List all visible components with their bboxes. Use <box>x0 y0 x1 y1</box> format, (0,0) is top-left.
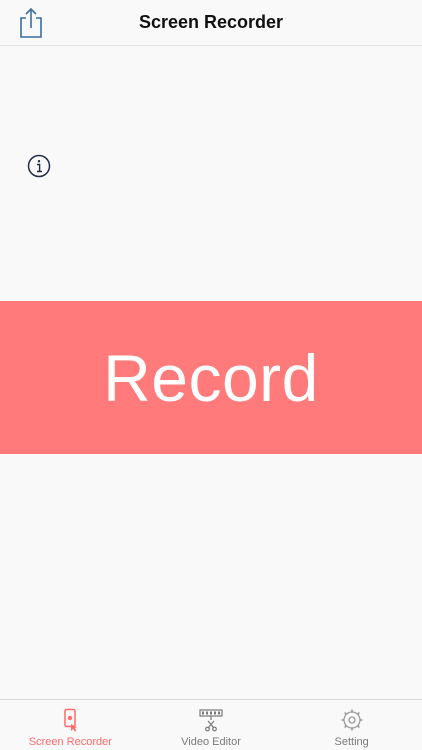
film-scissors-icon <box>199 709 223 732</box>
share-icon[interactable] <box>17 7 45 39</box>
gear-icon <box>341 709 363 731</box>
record-label: Record <box>103 340 319 415</box>
record-button[interactable]: Record <box>0 301 422 454</box>
tab-video-editor[interactable]: Video Editor <box>141 700 282 750</box>
tab-label: Screen Recorder <box>28 736 112 748</box>
tab-label: Setting <box>334 736 369 748</box>
info-icon[interactable] <box>27 154 51 178</box>
tab-label: Video Editor <box>181 736 241 748</box>
page-title: Screen Recorder <box>138 12 284 32</box>
tab-screen-recorder[interactable]: Screen Recorder <box>0 700 141 750</box>
nav-bar: Screen Recorder <box>0 0 422 46</box>
app-screen: Screen Recorder Record Screen Recorder V… <box>0 0 422 750</box>
phone-record-icon <box>64 708 78 732</box>
tab-setting[interactable]: Setting <box>281 700 422 750</box>
tab-bar: Screen Recorder Video Editor Setting <box>0 699 422 750</box>
